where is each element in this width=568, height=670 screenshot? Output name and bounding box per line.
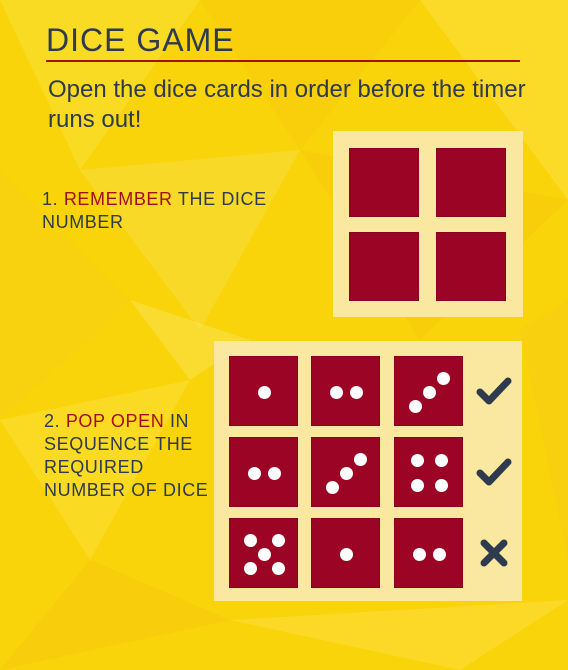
face-down-card[interactable] xyxy=(436,148,506,217)
dice-pip xyxy=(267,466,281,480)
dice-pip xyxy=(340,547,353,561)
dice-pip xyxy=(244,533,258,547)
check-icon xyxy=(474,452,514,492)
check-icon xyxy=(474,371,514,411)
dice-card-1[interactable] xyxy=(311,518,380,588)
memory-card-grid xyxy=(333,131,523,317)
step-2-number: 2. xyxy=(44,411,61,431)
step-1-instruction: 1. REMEMBER THE DICE NUMBER xyxy=(42,188,312,234)
dice-card-2[interactable] xyxy=(229,437,298,507)
dice-pip xyxy=(244,561,258,575)
dice-pip xyxy=(423,385,436,399)
face-down-card[interactable] xyxy=(349,148,419,217)
game-instructions: Open the dice cards in order before the … xyxy=(48,76,526,133)
dice-pip xyxy=(258,547,271,561)
cross-icon xyxy=(474,533,514,573)
dice-pip xyxy=(435,479,449,493)
step-2-highlight: POP OPEN xyxy=(65,411,165,431)
dice-card-2[interactable] xyxy=(394,518,463,588)
dice-card-1[interactable] xyxy=(229,356,298,426)
dice-pip xyxy=(326,480,340,494)
dice-pip xyxy=(340,466,353,480)
dice-pip xyxy=(413,547,427,561)
dice-pip xyxy=(409,399,423,413)
step-2-instruction: 2. POP OPEN IN SEQUENCE THE REQUIRED NUM… xyxy=(44,410,209,502)
dice-pip xyxy=(435,453,449,467)
dice-pip xyxy=(436,371,450,385)
step-1-number: 1. xyxy=(42,189,59,209)
face-down-card[interactable] xyxy=(436,232,506,301)
dice-card-5[interactable] xyxy=(229,518,298,588)
dice-pip xyxy=(330,385,344,399)
dice-card-3[interactable] xyxy=(394,356,463,426)
dice-sequence-grid xyxy=(214,341,522,601)
dice-pip xyxy=(248,466,262,480)
dice-pip xyxy=(271,533,285,547)
step-1-highlight: REMEMBER xyxy=(63,189,173,209)
game-title: DICE GAME xyxy=(46,22,235,58)
dice-pip xyxy=(432,547,446,561)
face-down-card[interactable] xyxy=(349,232,419,301)
dice-pip xyxy=(258,385,271,399)
title-underline xyxy=(46,60,520,62)
dice-pip xyxy=(271,561,285,575)
dice-pip xyxy=(410,453,424,467)
dice-card-4[interactable] xyxy=(394,437,463,507)
dice-card-2[interactable] xyxy=(311,356,380,426)
dice-card-3[interactable] xyxy=(311,437,380,507)
dice-pip xyxy=(410,479,424,493)
dice-pip xyxy=(349,385,363,399)
dice-pip xyxy=(353,452,367,466)
